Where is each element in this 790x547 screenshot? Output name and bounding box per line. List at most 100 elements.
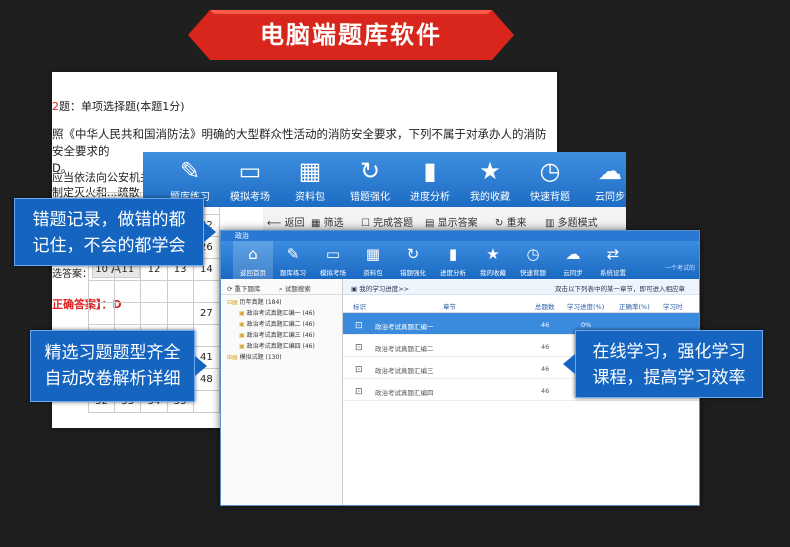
callout-arrow bbox=[195, 356, 207, 376]
grid-cell[interactable] bbox=[140, 280, 168, 303]
front-toolbar: 一个考试的 ⌂ 返回首页 ✎ 题库练习 ▭ 模拟考场 ▦ 资料包 ↻ 错题强化 ▮ 进度分析 ★ 我的收藏… bbox=[221, 241, 699, 279]
middle-app-window: ✎题库练习▭模拟考场▦资料包↻错题强化▮进度分析★我的收藏◷快速背题☁云同步 ⟵… bbox=[143, 152, 626, 232]
progress-bar: ▣ 我的学习进度>> 双击以下列表中的某一章节，即可进入相应章 bbox=[343, 279, 699, 295]
grid-cell[interactable] bbox=[192, 324, 221, 347]
toolbar-item-label: 进度分析 bbox=[440, 269, 466, 277]
multi-mode-button[interactable]: ▥ 多题模式 bbox=[545, 214, 598, 229]
row-chapter: 政治考试真题汇编二 bbox=[375, 345, 434, 353]
question-number: 2题：单项选择题(本题1分) bbox=[52, 100, 185, 113]
header-mark: 标识 bbox=[353, 303, 366, 311]
tree-node[interactable]: ⊟▤ 历年真题 (184) bbox=[221, 297, 342, 308]
toolbar-item[interactable]: ★ 我的收藏 bbox=[473, 241, 513, 279]
toolbar-item[interactable]: ☁ 云同步 bbox=[553, 241, 593, 279]
toolbar-item[interactable]: ⇄ 系统设置 bbox=[593, 241, 633, 279]
tree-node[interactable]: ▣ 政治考试真题汇编二 (46) bbox=[221, 319, 342, 330]
grid-cell[interactable] bbox=[166, 280, 194, 303]
toolbar-item-label: 题库练习 bbox=[280, 269, 306, 277]
toolbar-item[interactable]: ☁ 云同步 bbox=[579, 152, 641, 207]
toolbar-item-label: 错题强化 bbox=[350, 192, 390, 203]
lock-icon: ⊡ bbox=[355, 321, 363, 331]
grid-cell[interactable] bbox=[114, 280, 142, 303]
done-button[interactable]: ☐ 完成答题 bbox=[361, 214, 413, 229]
filter-button[interactable]: ▦ 筛选 bbox=[311, 214, 344, 229]
toolbar-item-label: 我的收藏 bbox=[470, 192, 510, 203]
lock-icon: ⊡ bbox=[355, 343, 363, 353]
chapter-tree: ⊟▤ 历年真题 (184) ▣ 政治考试真题汇编一 (46) ▣ 政治考试真题汇编二… bbox=[221, 295, 342, 363]
table-header: 标识 章节 总题数 学习进度(%) 正确率(%) 学习时 bbox=[343, 295, 699, 313]
tree-node[interactable]: ▣ 政治考试真题汇编四 (46) bbox=[221, 341, 342, 352]
grid-cell[interactable] bbox=[192, 390, 221, 413]
bar-chart-icon: ▮ bbox=[448, 245, 458, 263]
grid-cell[interactable] bbox=[166, 302, 194, 325]
toolbar-item-label: 云同步 bbox=[563, 269, 583, 277]
search-questions-button[interactable]: ⌕ 试题搜索 bbox=[279, 283, 311, 294]
toolbar-item[interactable]: ▮ 进度分析 bbox=[399, 152, 461, 207]
tree-node-label: 历年真题 (184) bbox=[239, 299, 282, 306]
toolbar-item[interactable]: ◷ 快速背题 bbox=[519, 152, 581, 207]
toolbar-item[interactable]: ▦ 资料包 bbox=[353, 241, 393, 279]
row-chapter: 政治考试真题汇编四 bbox=[375, 389, 434, 397]
tree-node[interactable]: ▣ 政治考试真题汇编三 (46) bbox=[221, 330, 342, 341]
toolbar-item[interactable]: ★ 我的收藏 bbox=[459, 152, 521, 207]
toolbar-item-label: 资料包 bbox=[363, 269, 383, 277]
toolbar-item-label: 云同步 bbox=[595, 192, 625, 203]
toolbar-item[interactable]: ◷ 快速背题 bbox=[513, 241, 553, 279]
refresh-icon: ↻ bbox=[359, 157, 381, 185]
tree-node[interactable]: ⊞▤ 模拟试题 (130) bbox=[221, 352, 342, 363]
lock-icon: ▣ bbox=[239, 332, 247, 339]
redo-button[interactable]: ↻ 重来 bbox=[495, 214, 527, 229]
window-title: 政治 bbox=[221, 231, 699, 241]
row-total: 46 bbox=[541, 321, 550, 329]
toolbar-item[interactable]: ↻ 错题强化 bbox=[393, 241, 433, 279]
folder-icon: ⊟▤ bbox=[227, 299, 240, 306]
callout-arrow bbox=[563, 354, 575, 374]
answer-label: 选答案： bbox=[52, 269, 92, 280]
toolbar-item-label: 返回首页 bbox=[240, 269, 266, 277]
middle-toolbar: ✎题库练习▭模拟考场▦资料包↻错题强化▮进度分析★我的收藏◷快速背题☁云同步 bbox=[143, 152, 626, 207]
show-answer-button[interactable]: ▤ 显示答案 bbox=[425, 214, 478, 229]
grid-cell[interactable] bbox=[87, 302, 116, 325]
folder-icon: ⊞▤ bbox=[227, 354, 240, 361]
lock-icon: ▣ bbox=[239, 310, 247, 317]
toolbar-item[interactable]: ⌂ 返回首页 bbox=[233, 241, 273, 279]
grid-cell[interactable] bbox=[140, 302, 168, 325]
tree-node-label: 政治考试真题汇编二 (46) bbox=[246, 321, 315, 328]
back-button[interactable]: ⟵ 返回 bbox=[267, 214, 305, 229]
banner: 电脑端题库软件 bbox=[188, 10, 514, 60]
row-progress: 0% bbox=[581, 321, 592, 329]
tree-node[interactable]: ▣ 政治考试真题汇编一 (46) bbox=[221, 308, 342, 319]
monitor-icon: ▭ bbox=[238, 157, 262, 185]
grid-cell[interactable] bbox=[192, 280, 221, 303]
row-chapter: 政治考试真题汇编三 bbox=[375, 367, 434, 375]
star-icon: ★ bbox=[486, 245, 500, 263]
download-bank-button[interactable]: ⟳ 重下题库 bbox=[227, 283, 261, 293]
grid-cell[interactable] bbox=[87, 280, 116, 303]
header-progress: 学习进度(%) bbox=[567, 303, 605, 311]
tree-node-label: 政治考试真题汇编四 (46) bbox=[246, 343, 315, 350]
lock-icon: ▣ bbox=[239, 343, 247, 350]
progress-link[interactable]: ▣ 我的学习进度>> bbox=[351, 283, 409, 293]
callout-online-learning: 在线学习，强化学习 课程，提高学习效率 bbox=[575, 330, 763, 398]
grid-cell[interactable]: 27 bbox=[192, 302, 221, 325]
toolbar-item-label: 资料包 bbox=[295, 192, 325, 203]
grid-cell[interactable] bbox=[114, 302, 142, 325]
toolbar-item-label: 模拟考场 bbox=[320, 269, 346, 277]
toolbar-item[interactable]: ▮ 进度分析 bbox=[433, 241, 473, 279]
lock-icon: ⊡ bbox=[355, 387, 363, 397]
toolbar-item-label: 快速背题 bbox=[520, 269, 546, 277]
toolbar-item[interactable]: ▦ 资料包 bbox=[279, 152, 341, 207]
toolbar-item[interactable]: ↻ 错题强化 bbox=[339, 152, 401, 207]
header-chapter: 章节 bbox=[443, 303, 456, 311]
toolbar-item[interactable]: ▭ 模拟考场 bbox=[219, 152, 281, 207]
toolbar-item[interactable]: ✎ 题库练习 bbox=[273, 241, 313, 279]
calendar-icon: ▦ bbox=[365, 245, 381, 263]
tree-node-label: 政治考试真题汇编三 (46) bbox=[246, 332, 315, 339]
toolbar-item[interactable]: ▭ 模拟考场 bbox=[313, 241, 353, 279]
row-total: 46 bbox=[541, 387, 550, 395]
monitor-icon: ▭ bbox=[325, 245, 341, 263]
grid-row: 27 bbox=[87, 302, 221, 325]
edit-icon: ✎ bbox=[179, 157, 201, 185]
calendar-icon: ▦ bbox=[298, 157, 322, 185]
panel-tabs: ⟳ 重下题库 ⌕ 试题搜索 bbox=[221, 279, 342, 295]
bar-chart-icon: ▮ bbox=[423, 157, 437, 185]
